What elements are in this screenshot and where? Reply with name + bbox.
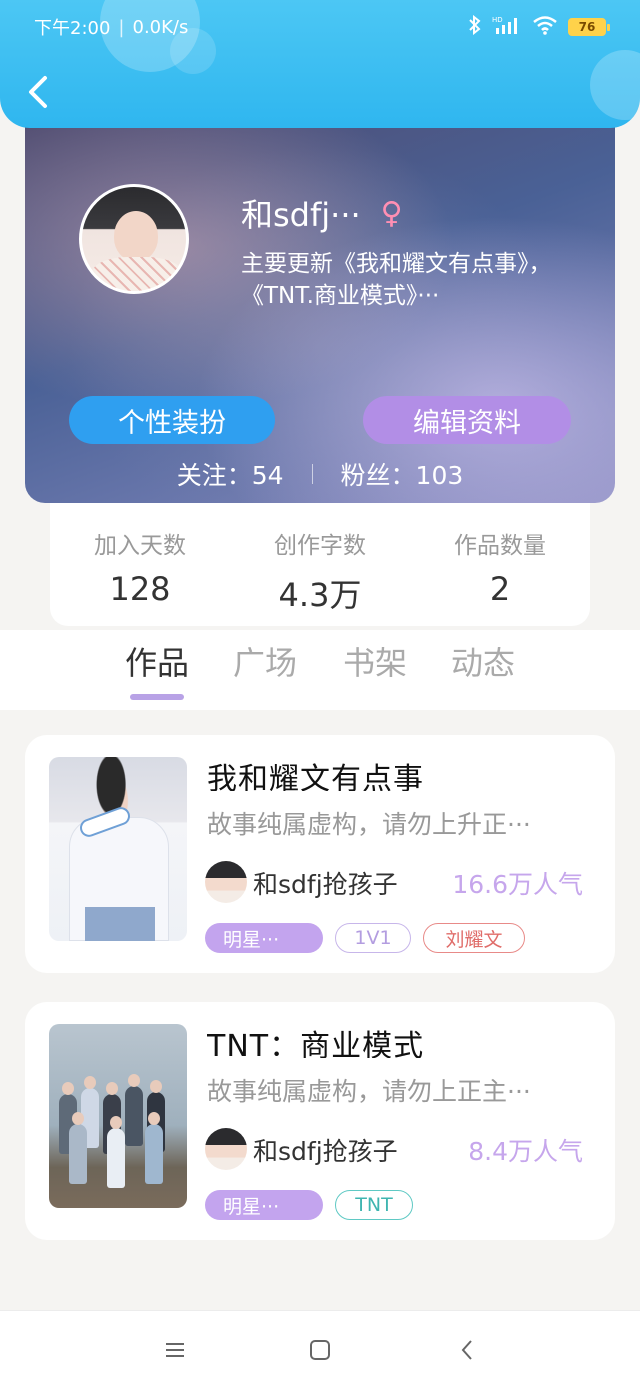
book-description: 故事纯属虚构，请勿上正主··· <box>207 1077 531 1106</box>
stat-label: 创作字数 <box>274 533 366 559</box>
back-triangle-icon[interactable] <box>450 1333 484 1367</box>
tab-bookshelf[interactable]: 书架 <box>330 638 420 684</box>
stat-value: 128 <box>109 570 171 608</box>
stat-join-days: 加入天数 128 <box>65 526 215 608</box>
stat-value: 2 <box>489 570 511 608</box>
network-speed: 0.0K/s <box>132 16 189 38</box>
edit-profile-button[interactable]: 编辑资料 <box>363 396 571 444</box>
tag[interactable]: 明星··· <box>205 923 323 953</box>
author-name: 和sdfj抢孩子 <box>253 870 398 899</box>
avatar <box>205 1128 247 1170</box>
stat-word-count: 创作字数 4.3万 <box>245 526 395 616</box>
popularity-count: 16.6万人气 <box>452 870 583 899</box>
svg-text:HD: HD <box>492 16 503 24</box>
following-count[interactable]: 关注：54 <box>177 456 284 492</box>
author-name: 和sdfj抢孩子 <box>253 1137 398 1166</box>
book-cover[interactable] <box>49 1024 187 1208</box>
system-nav-bar <box>0 1310 640 1387</box>
stat-works-count: 作品数量 2 <box>425 526 575 608</box>
outfit-button[interactable]: 个性装扮 <box>69 396 275 444</box>
tab-activity[interactable]: 动态 <box>438 638 528 684</box>
tag-list: 明星··· TNT <box>205 1190 413 1220</box>
female-icon: ♀ <box>380 195 403 231</box>
followers-count[interactable]: 粉丝：103 <box>341 456 464 492</box>
stat-value: 4.3万 <box>278 576 362 614</box>
tag-list: 明星··· 1V1 刘耀文 <box>205 923 525 953</box>
divider <box>311 464 313 484</box>
tab-works[interactable]: 作品 <box>112 638 202 684</box>
menu-icon[interactable] <box>158 1333 192 1367</box>
tag[interactable]: 刘耀文 <box>423 923 525 953</box>
follow-stats: 关注：54 粉丝：103 <box>25 454 615 494</box>
profile-card: 和sdfj··· ♀ 主要更新《我和耀文有点事》，《TNT.商业模式》··· 个… <box>25 110 615 503</box>
tab-square[interactable]: 广场 <box>220 638 310 684</box>
bluetooth-icon <box>468 14 482 40</box>
username: 和sdfj··· <box>241 196 361 234</box>
home-square-icon[interactable] <box>303 1333 337 1367</box>
book-card[interactable]: TNT：商业模式 故事纯属虚构，请勿上正主··· 和sdfj抢孩子 8.4万人气… <box>25 1002 615 1240</box>
stat-label: 加入天数 <box>94 533 186 559</box>
book-card[interactable]: 我和耀文有点事 故事纯属虚构，请勿上升正··· 和sdfj抢孩子 16.6万人气… <box>25 735 615 973</box>
book-title: 我和耀文有点事 <box>207 762 424 791</box>
chevron-left-icon <box>27 75 49 113</box>
book-title: TNT：商业模式 <box>207 1029 425 1058</box>
stat-label: 作品数量 <box>454 533 546 559</box>
tab-bar: 作品 广场 书架 动态 <box>0 630 640 710</box>
back-button[interactable] <box>18 74 58 114</box>
status-time: 下午2:00 <box>34 18 111 39</box>
username-row: 和sdfj··· ♀ <box>241 190 403 236</box>
avatar <box>205 861 247 903</box>
battery-icon: 76 <box>568 18 610 36</box>
top-header: 下午2:00 | 0.0K/s HD 76 <box>0 0 640 128</box>
tag[interactable]: 1V1 <box>335 923 411 953</box>
tag[interactable]: 明星··· <box>205 1190 323 1220</box>
profile-description: 主要更新《我和耀文有点事》，《TNT.商业模式》··· <box>241 251 552 309</box>
stats-card: 加入天数 128 创作字数 4.3万 作品数量 2 <box>50 500 590 626</box>
status-bar: 下午2:00 | 0.0K/s HD 76 <box>34 14 610 40</box>
tag[interactable]: TNT <box>335 1190 413 1220</box>
tab-indicator <box>130 694 184 700</box>
book-cover[interactable] <box>49 757 187 941</box>
avatar[interactable] <box>79 184 189 294</box>
wifi-icon <box>532 15 558 40</box>
book-description: 故事纯属虚构，请勿上升正··· <box>207 810 531 839</box>
signal-icon: HD <box>492 15 522 40</box>
popularity-count: 8.4万人气 <box>468 1137 583 1166</box>
